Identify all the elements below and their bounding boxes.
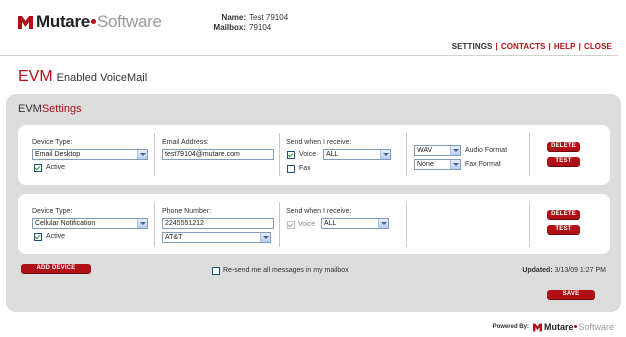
chevron-down-icon[interactable] xyxy=(378,219,388,228)
panel-title-evm: EVM xyxy=(18,103,42,115)
logo: Mutare Software xyxy=(18,12,162,32)
powered-by-label: Powered By: xyxy=(492,324,529,330)
device-type-select[interactable]: Email Desktop xyxy=(32,149,148,160)
nav-contacts[interactable]: CONTACTS xyxy=(501,42,546,51)
nav-help[interactable]: HELP xyxy=(554,42,576,51)
fax-format-select[interactable]: None xyxy=(414,159,461,170)
logo-dot-icon xyxy=(90,18,96,24)
nav-separator: | xyxy=(548,42,551,51)
column-divider xyxy=(279,133,280,176)
column-divider xyxy=(529,202,530,247)
logo-brand: Mutare xyxy=(36,12,90,31)
voice-option-select[interactable]: ALL xyxy=(323,149,391,160)
carrier-value: AT&T xyxy=(165,234,183,241)
phone-number-input[interactable]: 2245551212 xyxy=(162,218,274,229)
active-label: Active xyxy=(46,233,66,240)
top-nav: SETTINGS | CONTACTS | HELP | CLOSE xyxy=(452,42,612,51)
audio-format-select[interactable]: WAV xyxy=(414,145,461,156)
voice-checkbox[interactable] xyxy=(287,221,295,229)
device-type-value: Cellular Notification xyxy=(35,220,96,227)
resend-label: Re-send me all messages in my mailbox xyxy=(223,267,349,274)
page-title-sub: Enabled VoiceMail xyxy=(56,72,148,84)
device-type-value: Email Desktop xyxy=(35,151,81,158)
fax-format-label: Fax Format xyxy=(465,161,501,168)
header-divider xyxy=(0,55,618,56)
updated-status: Updated: 3/13/09 1:27 PM xyxy=(522,267,606,274)
email-address-input[interactable]: test79104@mutare.com xyxy=(162,149,274,160)
powered-by: Powered By: Mutare Software xyxy=(493,322,614,332)
fax-label: Fax xyxy=(299,165,311,172)
voice-option-select[interactable]: ALL xyxy=(321,218,389,229)
logo-suffix: Software xyxy=(96,12,162,31)
chevron-down-icon[interactable] xyxy=(380,150,390,159)
chevron-down-icon[interactable] xyxy=(450,146,460,155)
powered-suffix: Software xyxy=(578,322,614,332)
voice-option-value: ALL xyxy=(326,151,339,158)
delete-button[interactable]: DELETE xyxy=(547,210,580,219)
active-checkbox[interactable] xyxy=(34,233,42,241)
receive-label: Send when I receive: xyxy=(286,139,352,146)
voice-option-value: ALL xyxy=(324,220,337,227)
add-device-button[interactable]: ADD DEVICE xyxy=(21,264,91,273)
test-button[interactable]: TEST xyxy=(547,225,580,234)
save-button[interactable]: SAVE xyxy=(547,290,595,299)
audio-format-label: Audio Format xyxy=(465,147,508,154)
page-title: EVM Enabled VoiceMail xyxy=(18,68,147,86)
nav-close[interactable]: CLOSE xyxy=(584,42,612,51)
device-type-label: Device Type: xyxy=(32,139,73,146)
name-label: Name: xyxy=(221,13,246,22)
fax-format-value: None xyxy=(417,161,434,168)
nav-settings[interactable]: SETTINGS xyxy=(452,42,493,51)
device-type-label: Device Type: xyxy=(32,208,73,215)
column-divider xyxy=(279,202,280,247)
column-divider xyxy=(154,133,155,176)
audio-format-value: WAV xyxy=(417,147,433,154)
voice-checkbox[interactable] xyxy=(287,151,295,159)
fax-checkbox[interactable] xyxy=(287,165,295,173)
column-divider xyxy=(406,202,407,247)
nav-separator: | xyxy=(578,42,581,51)
phone-number-label: Phone Number: xyxy=(162,208,212,215)
user-info: Name: Test 79104 Mailbox: 79104 xyxy=(209,13,289,33)
chevron-down-icon[interactable] xyxy=(137,150,147,159)
resend-checkbox[interactable] xyxy=(212,267,220,275)
delete-button[interactable]: DELETE xyxy=(547,142,580,151)
mutare-logo-icon xyxy=(532,323,542,331)
receive-label: Send when I receive: xyxy=(286,208,352,215)
panel-title: EVMSettings xyxy=(18,103,82,115)
mailbox-label: Mailbox: xyxy=(213,23,246,32)
powered-brand: Mutare xyxy=(543,322,574,332)
voice-label: Voice xyxy=(299,151,317,158)
test-button[interactable]: TEST xyxy=(547,157,580,166)
device-type-select[interactable]: Cellular Notification xyxy=(32,218,148,229)
updated-label: Updated: xyxy=(522,267,553,274)
panel-title-settings: Settings xyxy=(41,103,82,115)
logo-dot-icon xyxy=(574,325,578,328)
voice-label: Voice xyxy=(298,221,316,228)
column-divider xyxy=(529,133,530,176)
active-label: Active xyxy=(46,164,66,171)
chevron-down-icon[interactable] xyxy=(450,160,460,169)
page-title-main: EVM xyxy=(18,68,53,85)
name-value: Test 79104 xyxy=(249,13,289,22)
nav-separator: | xyxy=(495,42,498,51)
active-checkbox[interactable] xyxy=(34,164,42,172)
email-address-label: Email Address: xyxy=(162,139,209,146)
chevron-down-icon[interactable] xyxy=(260,233,270,242)
column-divider xyxy=(154,202,155,247)
chevron-down-icon[interactable] xyxy=(137,219,147,228)
updated-value: 3/13/09 1:27 PM xyxy=(554,267,606,274)
mailbox-value: 79104 xyxy=(249,23,272,32)
mutare-logo-icon xyxy=(18,15,33,29)
column-divider xyxy=(406,133,407,176)
carrier-select[interactable]: AT&T xyxy=(162,232,271,243)
